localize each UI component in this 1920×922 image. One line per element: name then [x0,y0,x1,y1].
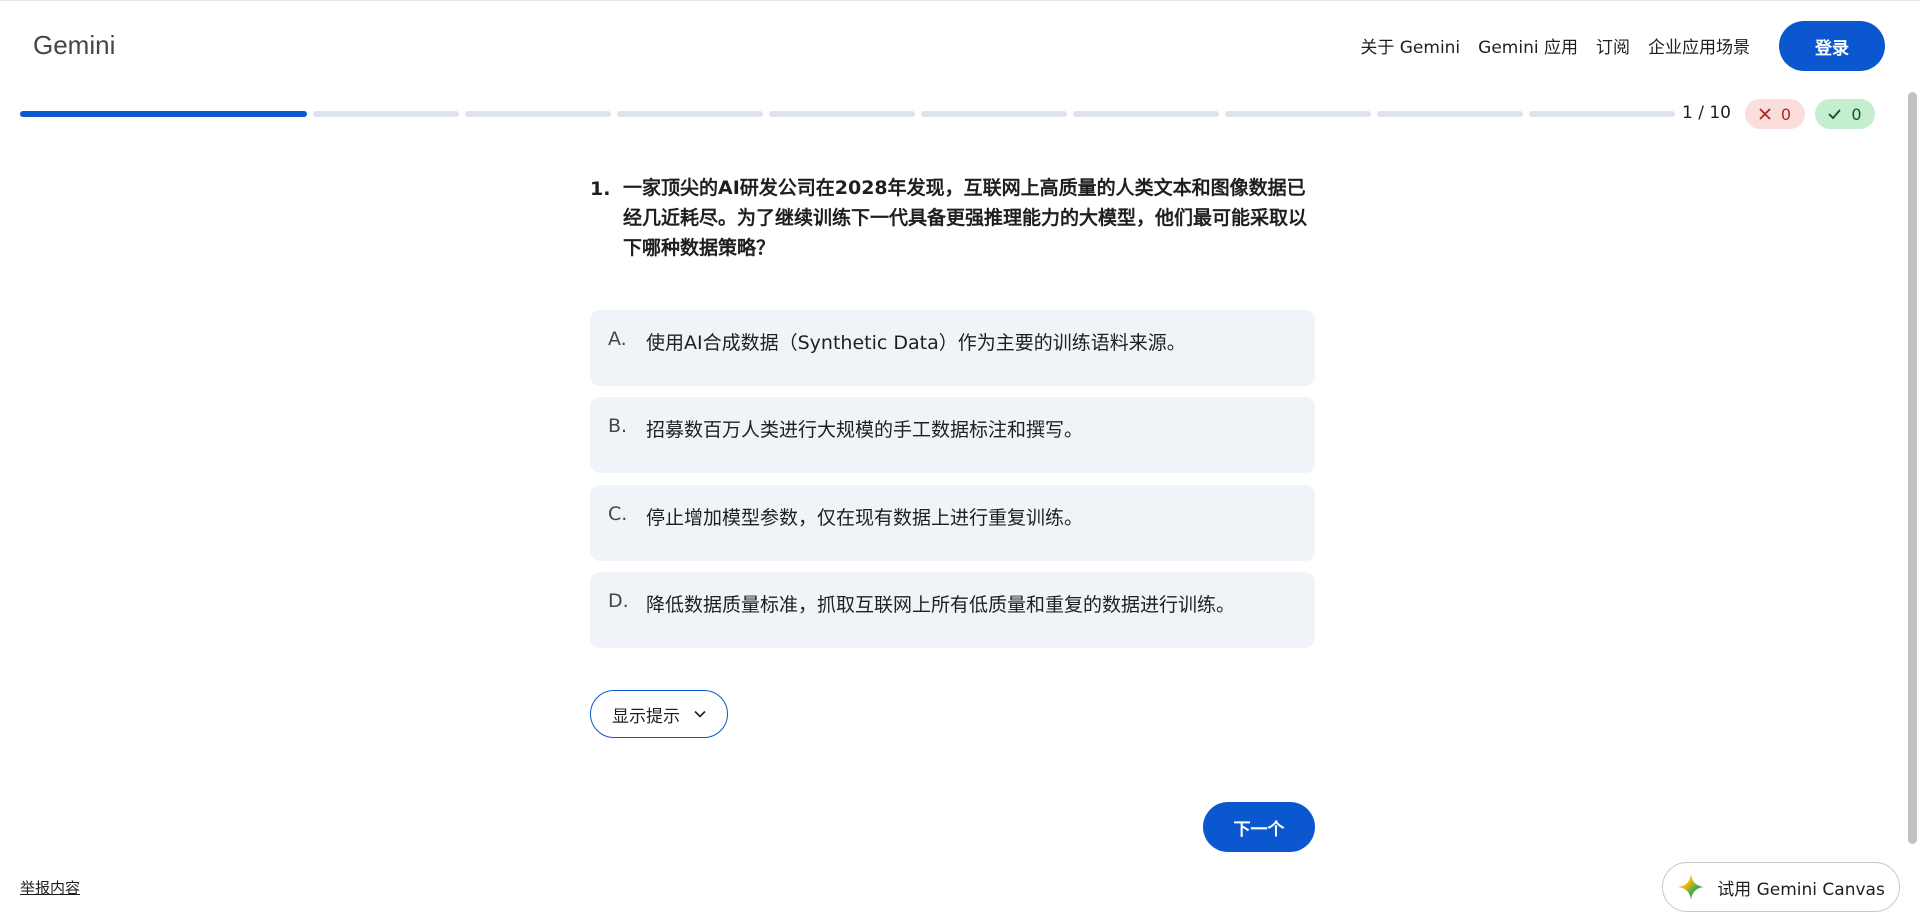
option-letter: B. [608,415,628,437]
show-hint-button[interactable]: 显示提示 [590,690,728,738]
option-b[interactable]: B. 招募数百万人类进行大规模的手工数据标注和撰写。 [590,397,1315,473]
progress-segment [1073,111,1219,117]
option-text: 降低数据质量标准，抓取互联网上所有低质量和重复的数据进行训练。 [646,594,1236,616]
chevron-down-icon [694,710,706,718]
header: Gemini 关于 Gemini Gemini 应用 订阅 企业应用场景 登录 [0,0,1920,92]
login-button[interactable]: 登录 [1779,21,1885,71]
try-gemini-canvas-button[interactable]: 试用 Gemini Canvas [1662,862,1900,912]
gemini-logo[interactable]: Gemini [33,30,115,61]
option-text: 招募数百万人类进行大规模的手工数据标注和撰写。 [646,419,1084,441]
progress-segment [1225,111,1371,117]
option-letter: D. [608,590,629,612]
wrong-count-badge: 0 [1745,99,1805,129]
try-gemini-canvas-label: 试用 Gemini Canvas [1717,879,1885,900]
question: 1. 一家顶尖的AI研发公司在2028年发现，互联网上高质量的人类文本和图像数据… [590,177,1310,263]
question-number: 1. [590,178,611,200]
top-nav: 关于 Gemini Gemini 应用 订阅 企业应用场景 [1360,33,1750,58]
nav-subscribe[interactable]: 订阅 [1596,33,1630,58]
progress-segment [769,111,915,117]
gemini-sparkle-icon [1677,873,1705,901]
report-content-link[interactable]: 举报内容 [20,877,80,898]
check-icon [1828,108,1842,120]
question-text: 一家顶尖的AI研发公司在2028年发现，互联网上高质量的人类文本和图像数据已经几… [623,177,1308,259]
option-text: 停止增加模型参数，仅在现有数据上进行重复训练。 [646,507,1084,529]
wrong-count: 0 [1780,104,1792,124]
progress-segment [921,111,1067,117]
option-letter: C. [608,503,628,525]
show-hint-label: 显示提示 [612,706,680,727]
nav-enterprise[interactable]: 企业应用场景 [1648,33,1750,58]
nav-gemini-apps[interactable]: Gemini 应用 [1478,33,1578,58]
progress-segment [313,111,459,117]
option-a[interactable]: A. 使用AI合成数据（Synthetic Data）作为主要的训练语料来源。 [590,310,1315,386]
progress-segment [1529,111,1675,117]
scrollbar[interactable] [1908,92,1917,844]
progress-segment [617,111,763,117]
option-d[interactable]: D. 降低数据质量标准，抓取互联网上所有低质量和重复的数据进行训练。 [590,572,1315,648]
option-c[interactable]: C. 停止增加模型参数，仅在现有数据上进行重复训练。 [590,485,1315,561]
progress-segment [20,111,307,117]
quiz-progress-bar [20,111,1675,117]
progress-segment [1377,111,1523,117]
close-icon [1759,108,1771,120]
question-counter: 1 / 10 [1682,103,1731,123]
right-count: 0 [1851,104,1862,124]
progress-segment [465,111,611,117]
next-button[interactable]: 下一个 [1203,802,1315,852]
nav-about-gemini[interactable]: 关于 Gemini [1360,33,1460,58]
option-text: 使用AI合成数据（Synthetic Data）作为主要的训练语料来源。 [646,332,1186,354]
right-count-badge: 0 [1815,99,1875,129]
option-letter: A. [608,328,627,350]
